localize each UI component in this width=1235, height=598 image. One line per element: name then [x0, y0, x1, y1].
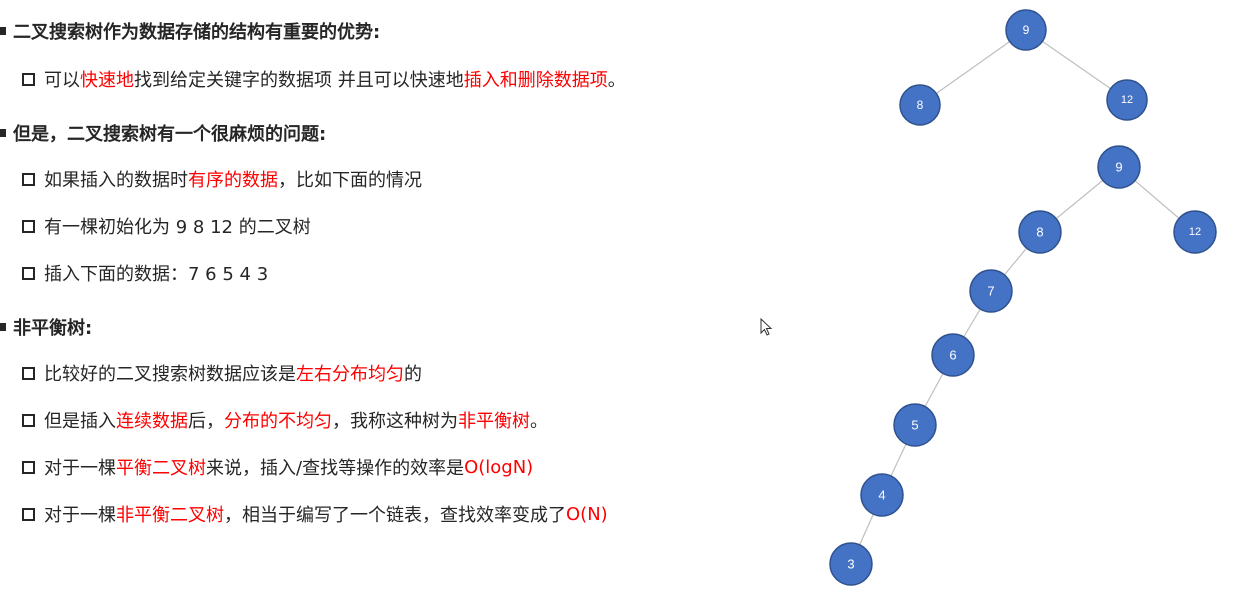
svg-text:12: 12	[1121, 94, 1133, 106]
svg-text:7: 7	[987, 284, 994, 299]
svg-text:9: 9	[1023, 23, 1030, 37]
svg-text:12: 12	[1189, 226, 1201, 238]
tree-node: 6	[931, 333, 975, 377]
svg-text:8: 8	[1036, 225, 1043, 240]
tree-node: 12	[1106, 79, 1148, 121]
tree-node: 4	[860, 473, 904, 517]
svg-text:6: 6	[949, 348, 956, 363]
tree-node: 7	[969, 269, 1013, 313]
svg-text:9: 9	[1115, 160, 1122, 175]
tree-node: 8	[899, 84, 941, 126]
tree-node: 5	[893, 403, 937, 447]
binary-tree-diagram: 9 8 12 9 8 12 7 6 5 4 3	[829, 9, 1217, 586]
svg-text:8: 8	[917, 98, 924, 112]
tree-node: 8	[1018, 210, 1062, 254]
svg-text:3: 3	[847, 557, 854, 572]
svg-text:4: 4	[878, 488, 885, 503]
tree-node: 9	[1097, 145, 1141, 189]
svg-text:5: 5	[911, 418, 918, 433]
mouse-cursor-icon	[760, 318, 773, 336]
tree-node: 12	[1173, 210, 1217, 254]
tree-node: 9	[1005, 9, 1047, 51]
tree-node: 3	[829, 542, 873, 586]
